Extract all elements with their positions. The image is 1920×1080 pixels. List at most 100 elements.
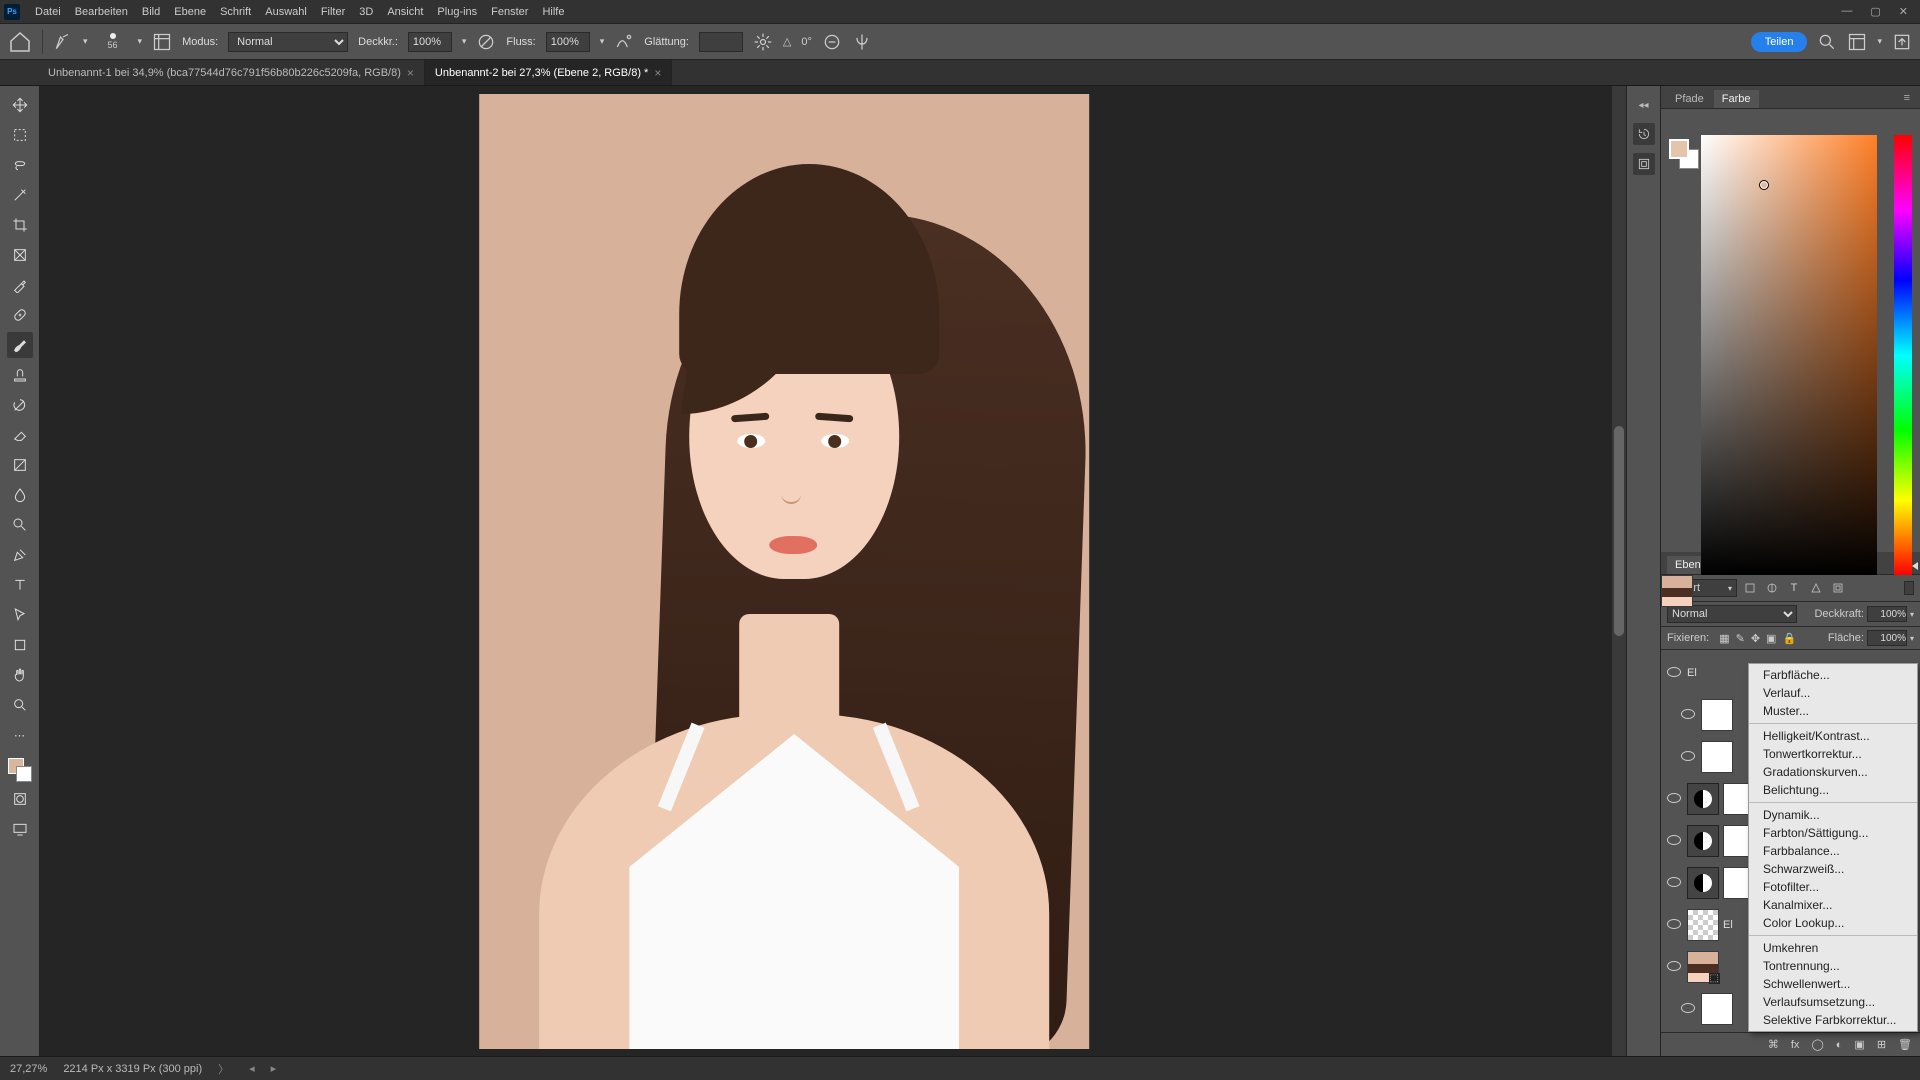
menu-item-selektiv[interactable]: Selektive Farbkorrektur... <box>1749 1011 1917 1029</box>
shape-tool-icon[interactable] <box>7 632 33 658</box>
lock-artboard-icon[interactable]: ▣ <box>1766 632 1776 645</box>
hand-tool-icon[interactable] <box>7 662 33 688</box>
layer-name[interactable]: El <box>1687 667 1697 679</box>
move-tool-icon[interactable] <box>7 92 33 118</box>
angle-value[interactable]: 0° <box>801 36 812 48</box>
home-icon[interactable] <box>8 30 32 54</box>
stamp-tool-icon[interactable] <box>7 362 33 388</box>
zoom-tool-icon[interactable] <box>7 692 33 718</box>
dodge-tool-icon[interactable] <box>7 512 33 538</box>
lasso-tool-icon[interactable] <box>7 152 33 178</box>
layer-blend-select[interactable]: Normal <box>1667 605 1797 623</box>
type-tool-icon[interactable] <box>7 572 33 598</box>
workspace-icon[interactable] <box>1847 32 1867 52</box>
menu-item-schwarzweiss[interactable]: Schwarzweiß... <box>1749 860 1917 878</box>
status-scroll-left-icon[interactable]: ◂ <box>249 1062 255 1075</box>
menu-item-farbbalance[interactable]: Farbbalance... <box>1749 842 1917 860</box>
menu-auswahl[interactable]: Auswahl <box>258 3 314 21</box>
quick-mask-icon[interactable] <box>7 786 33 812</box>
chevron-down-icon[interactable]: ▾ <box>138 36 143 47</box>
history-panel-icon[interactable] <box>1633 123 1655 145</box>
pressure-size-icon[interactable] <box>822 32 842 52</box>
blend-mode-select[interactable]: Normal <box>228 32 348 52</box>
menu-schrift[interactable]: Schrift <box>213 3 258 21</box>
chevron-down-icon[interactable]: ▾ <box>1877 36 1882 47</box>
tab-farbe[interactable]: Farbe <box>1714 90 1759 108</box>
crop-tool-icon[interactable] <box>7 212 33 238</box>
share-button[interactable]: Teilen <box>1751 32 1808 52</box>
pressure-opacity-icon[interactable] <box>476 32 496 52</box>
eyedropper-tool-icon[interactable] <box>7 272 33 298</box>
menu-3d[interactable]: 3D <box>352 3 380 21</box>
minimize-icon[interactable]: — <box>1841 5 1852 18</box>
adjustment-layer-menu[interactable]: Farbfläche... Verlauf... Muster... Helli… <box>1748 663 1918 1032</box>
flow-input[interactable] <box>546 32 590 52</box>
menu-item-verlaufsumsetzung[interactable]: Verlaufsumsetzung... <box>1749 993 1917 1011</box>
hue-strip[interactable] <box>1894 135 1912 575</box>
layer-thumbnail[interactable] <box>1687 825 1719 857</box>
menu-item-kanalmixer[interactable]: Kanalmixer... <box>1749 896 1917 914</box>
menu-item-gradationskurven[interactable]: Gradationskurven... <box>1749 763 1917 781</box>
more-tools-icon[interactable]: ⋯ <box>7 722 33 748</box>
menu-item-dynamik[interactable]: Dynamik... <box>1749 806 1917 824</box>
brush-tool-icon[interactable] <box>7 332 33 358</box>
lock-pixels-icon[interactable]: ✎ <box>1736 632 1745 645</box>
adjustment-layer-icon[interactable]: ◐ <box>1836 1039 1843 1051</box>
opacity-input[interactable] <box>408 32 452 52</box>
menu-item-muster[interactable]: Muster... <box>1749 702 1917 720</box>
lock-all-icon[interactable]: 🔒 <box>1782 632 1796 645</box>
menu-ebene[interactable]: Ebene <box>167 3 213 21</box>
visibility-icon[interactable] <box>1665 667 1683 680</box>
layer-mask-icon[interactable]: ◯ <box>1811 1038 1823 1051</box>
layer-thumbnail[interactable] <box>1701 993 1733 1025</box>
path-select-icon[interactable] <box>7 602 33 628</box>
visibility-icon[interactable] <box>1665 961 1683 974</box>
tab-pfade[interactable]: Pfade <box>1667 90 1712 108</box>
menu-fenster[interactable]: Fenster <box>484 3 535 21</box>
menu-item-tonwert[interactable]: Tonwertkorrektur... <box>1749 745 1917 763</box>
color-field[interactable] <box>1701 135 1877 575</box>
chevron-down-icon[interactable]: ▾ <box>83 36 88 47</box>
layer-style-icon[interactable]: fx <box>1791 1039 1800 1051</box>
layer-opacity-input[interactable] <box>1867 606 1907 622</box>
layer-thumbnail[interactable] <box>1701 699 1733 731</box>
visibility-icon[interactable] <box>1679 751 1697 764</box>
symmetry-icon[interactable] <box>852 32 872 52</box>
status-scroll-right-icon[interactable]: ▸ <box>271 1062 277 1075</box>
vertical-scrollbar[interactable] <box>1612 86 1626 1056</box>
marquee-tool-icon[interactable] <box>7 122 33 148</box>
brush-settings-icon[interactable] <box>152 32 172 52</box>
visibility-icon[interactable] <box>1665 793 1683 806</box>
properties-panel-icon[interactable] <box>1633 153 1655 175</box>
menu-item-tontrennung[interactable]: Tontrennung... <box>1749 957 1917 975</box>
chevron-down-icon[interactable]: ▾ <box>462 36 467 47</box>
menu-item-helligkeit[interactable]: Helligkeit/Kontrast... <box>1749 727 1917 745</box>
screen-mode-icon[interactable] <box>7 816 33 842</box>
pen-tool-icon[interactable] <box>7 542 33 568</box>
smoothing-input[interactable] <box>699 32 743 52</box>
filter-toggle[interactable] <box>1904 581 1914 595</box>
delete-layer-icon[interactable]: 🗑 <box>1898 1038 1912 1051</box>
eraser-tool-icon[interactable] <box>7 422 33 448</box>
document-canvas[interactable] <box>479 94 1089 1049</box>
menu-hilfe[interactable]: Hilfe <box>535 3 571 21</box>
gradient-tool-icon[interactable] <box>7 452 33 478</box>
doc-tab-1[interactable]: Unbenannt-1 bei 34,9% (bca77544d76c791f5… <box>38 60 425 85</box>
close-icon[interactable]: × <box>654 66 661 80</box>
menu-item-schwellenwert[interactable]: Schwellenwert... <box>1749 975 1917 993</box>
filter-adjust-icon[interactable] <box>1763 579 1781 597</box>
collapse-arrow-icon[interactable]: ◂◂ <box>1638 100 1648 111</box>
menu-plugins[interactable]: Plug-ins <box>430 3 484 21</box>
visibility-icon[interactable] <box>1679 1003 1697 1016</box>
visibility-icon[interactable] <box>1679 709 1697 722</box>
wand-tool-icon[interactable] <box>7 182 33 208</box>
search-icon[interactable] <box>1817 32 1837 52</box>
blur-tool-icon[interactable] <box>7 482 33 508</box>
lock-position-icon[interactable]: ✥ <box>1751 632 1760 645</box>
layer-fill-input[interactable] <box>1867 630 1907 646</box>
tool-preset-icon[interactable] <box>53 32 73 52</box>
layer-thumbnail[interactable] <box>1687 909 1719 941</box>
close-icon[interactable]: × <box>407 66 414 80</box>
layer-name[interactable]: El <box>1723 919 1733 931</box>
filter-smart-icon[interactable] <box>1829 579 1847 597</box>
